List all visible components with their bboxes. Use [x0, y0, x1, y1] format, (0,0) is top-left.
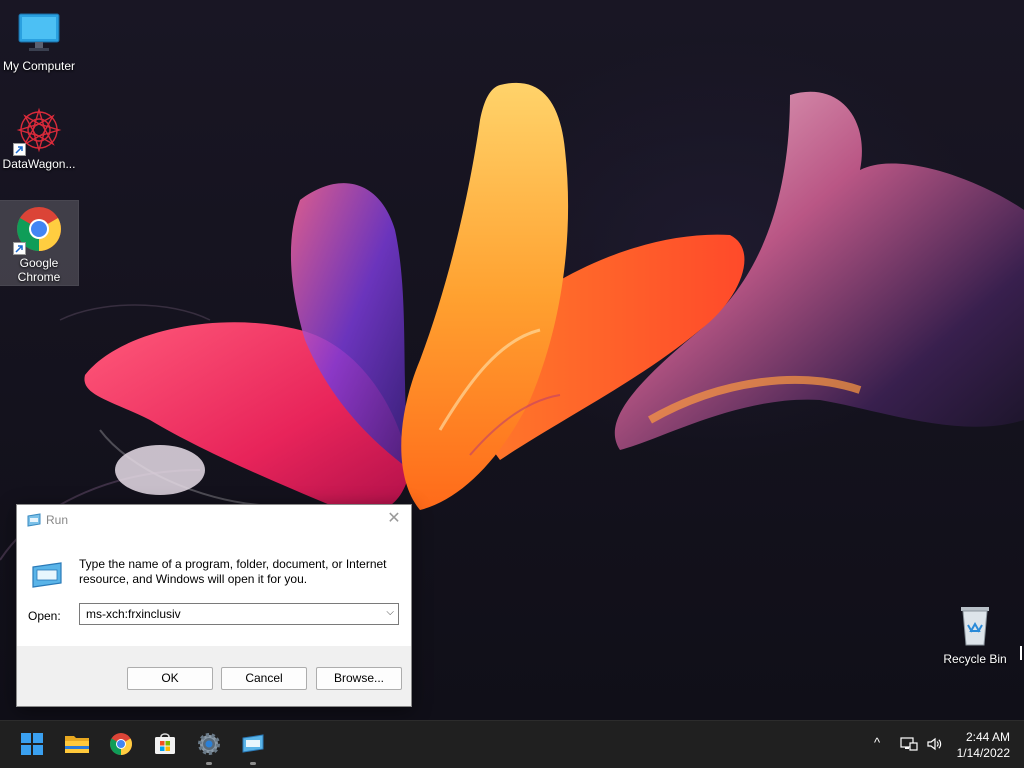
windows-logo-icon	[21, 733, 43, 755]
desktop-icon-label: Google Chrome	[17, 256, 61, 284]
desktop: My Computer DataWagon... Google Chrome R…	[0, 0, 1024, 720]
running-indicator	[206, 762, 212, 765]
volume-icon[interactable]	[926, 736, 942, 755]
open-combobox[interactable]: ms-xch:frxinclusiv ⌵	[79, 603, 399, 625]
run-icon	[242, 734, 264, 753]
start-button[interactable]	[17, 729, 47, 759]
desktop-icon-label: DataWagon...	[2, 157, 76, 171]
open-input-value[interactable]: ms-xch:frxinclusiv	[86, 607, 181, 621]
desktop-icon-label: My Computer	[2, 59, 76, 73]
shortcut-arrow-icon	[13, 242, 26, 255]
settings-button[interactable]	[194, 729, 224, 765]
run-taskbar-button[interactable]	[238, 729, 268, 765]
store-button[interactable]	[150, 729, 180, 759]
open-label: Open:	[28, 609, 61, 623]
clock[interactable]: 2:44 AM 1/14/2022	[957, 729, 1010, 761]
chrome-icon	[13, 205, 63, 255]
desktop-icon-datawagon[interactable]: DataWagon...	[0, 102, 78, 171]
run-body: Type the name of a program, folder, docu…	[17, 535, 411, 646]
chrome-icon	[110, 733, 132, 755]
gear-icon	[198, 733, 220, 755]
folder-icon	[65, 736, 89, 753]
taskbar: ^ 2:44 AM 1/14/2022	[0, 720, 1024, 768]
store-bag-icon	[155, 733, 175, 754]
browse-button[interactable]: Browse...	[316, 667, 402, 690]
run-title: Run	[46, 513, 69, 527]
desktop-icon-recycle-bin[interactable]: Recycle Bin	[938, 597, 1012, 666]
clock-date: 1/14/2022	[956, 746, 1010, 760]
run-large-icon	[31, 561, 63, 589]
recycle-bin-icon	[951, 601, 999, 649]
run-icon	[26, 513, 42, 527]
desktop-icon-google-chrome[interactable]: Google Chrome	[0, 200, 79, 286]
run-dialog: Run ✕ Type the name of a program, folder…	[16, 504, 412, 707]
running-indicator	[250, 762, 256, 765]
file-explorer-button[interactable]	[62, 729, 92, 759]
desktop-icon-label: Recycle Bin	[943, 652, 1007, 666]
shortcut-arrow-icon	[13, 143, 26, 156]
network-icon[interactable]	[900, 736, 918, 755]
cancel-button[interactable]: Cancel	[221, 667, 307, 690]
chevron-down-icon[interactable]: ⌵	[386, 607, 394, 618]
close-icon[interactable]: ✕	[383, 509, 405, 529]
datawagon-icon	[13, 106, 63, 156]
run-titlebar[interactable]: Run ✕	[17, 505, 411, 535]
text-cursor-mark	[1020, 646, 1022, 660]
chrome-taskbar-button[interactable]	[106, 729, 136, 759]
monitor-icon	[15, 8, 63, 56]
desktop-icon-my-computer[interactable]: My Computer	[0, 4, 78, 73]
tray-chevron-up-icon[interactable]: ^	[874, 735, 880, 750]
run-description: Type the name of a program, folder, docu…	[79, 557, 387, 586]
ok-button[interactable]: OK	[127, 667, 213, 690]
clock-time: 2:44 AM	[965, 730, 1010, 744]
